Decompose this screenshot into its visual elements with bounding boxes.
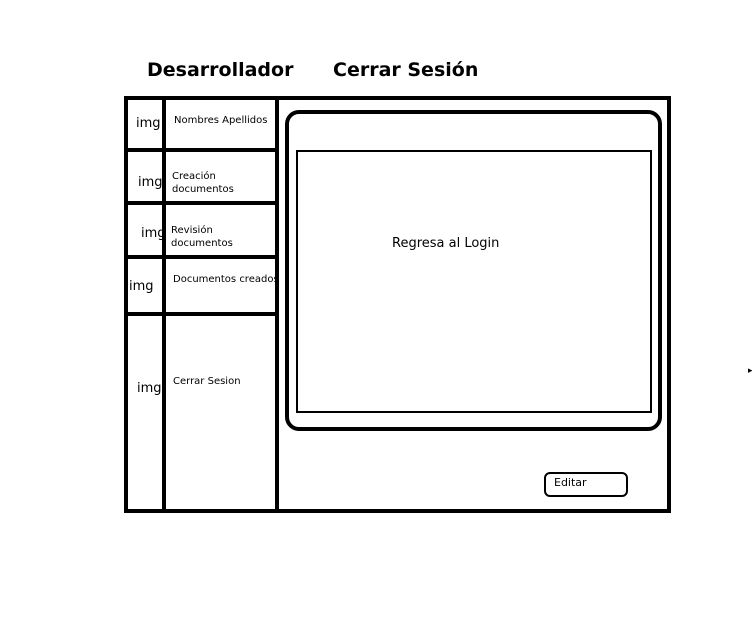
profile-image-icon: img: [136, 116, 161, 131]
stray-mark: ▸: [748, 366, 752, 376]
review-documents-image-icon: img: [141, 226, 166, 241]
sidebar-item-logout[interactable]: [128, 316, 275, 509]
sidebar-item-label: Nombres Apellidos: [174, 115, 268, 126]
edit-button[interactable]: Editar: [544, 472, 628, 497]
created-documents-image-icon: img: [129, 279, 154, 294]
login-redirect-message: Regresa al Login: [392, 236, 500, 251]
logout-title[interactable]: Cerrar Sesión: [333, 59, 478, 81]
content-panel: [296, 150, 652, 413]
create-documents-image-icon: img: [138, 175, 163, 190]
sidebar-item-label: Documentos creados: [173, 274, 279, 285]
sidebar-divider: [275, 96, 279, 513]
role-title: Desarrollador: [147, 59, 294, 81]
edit-button-label: Editar: [554, 476, 587, 489]
sidebar-item-label: Revisión documentos: [171, 225, 233, 249]
sidebar-item-label: Cerrar Sesion: [173, 376, 241, 387]
logout-image-icon: img: [137, 381, 162, 396]
sidebar-item-label: Creación documentos: [172, 171, 234, 195]
